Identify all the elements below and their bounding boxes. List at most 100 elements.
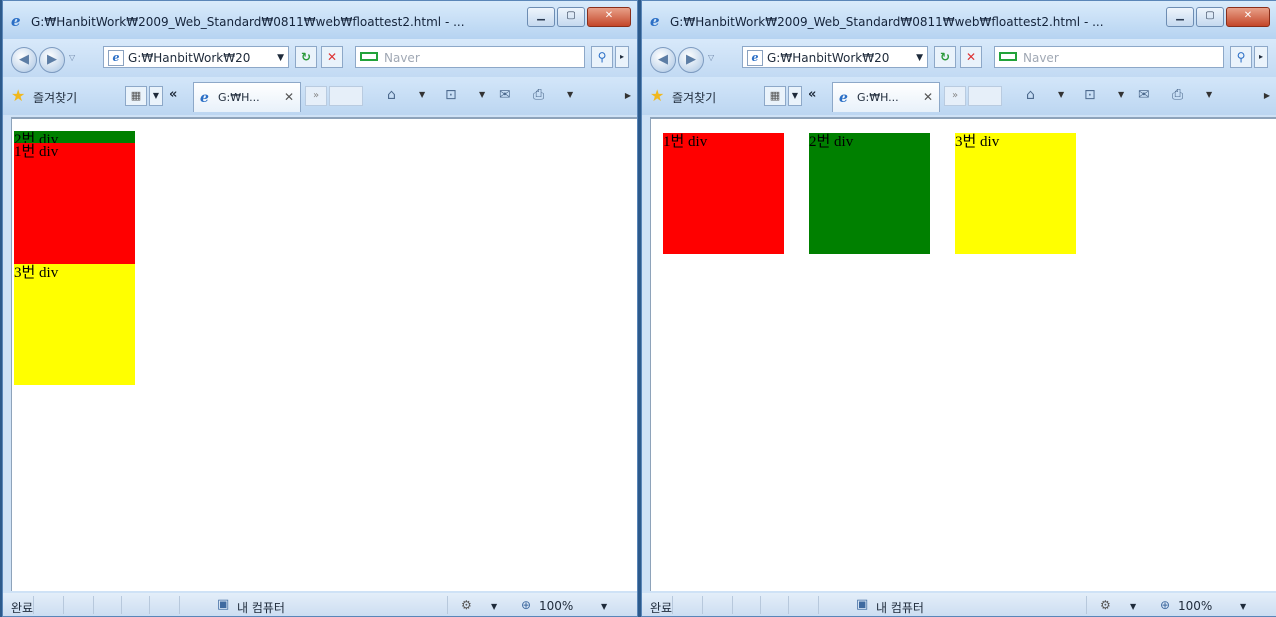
stop-icon[interactable]: ✕ — [960, 46, 982, 68]
status-divider — [732, 596, 733, 614]
address-dropdown-icon[interactable]: ▼ — [916, 53, 923, 63]
stop-icon[interactable]: ✕ — [321, 46, 343, 68]
rss-icon[interactable]: ⊡ — [445, 87, 457, 103]
mail-icon[interactable]: ✉ — [499, 87, 511, 103]
favorites-button[interactable]: 즐겨찾기 — [33, 89, 77, 106]
status-divider — [760, 596, 761, 614]
address-bar[interactable]: e G:₩HanbitWork₩20 ▼ — [742, 46, 928, 68]
back-arrow-icon[interactable]: ◀ — [11, 47, 37, 73]
tab-scroll-right-icon[interactable]: » — [944, 86, 966, 106]
page-icon: e — [747, 50, 763, 66]
protected-mode-icon[interactable]: ⚙ — [461, 598, 472, 612]
home-dropdown-icon[interactable]: ▼ — [1058, 90, 1064, 99]
home-icon[interactable]: ⌂ — [387, 87, 396, 103]
favorites-button[interactable]: 즐겨찾기 — [672, 89, 716, 106]
tab-active[interactable]: e G:₩H... ✕ — [193, 82, 301, 112]
address-text: G:₩HanbitWork₩20 — [767, 51, 890, 65]
zoom-dropdown-icon[interactable]: ▼ — [601, 602, 607, 611]
zoom-icon[interactable]: ⊕ — [521, 598, 531, 612]
home-dropdown-icon[interactable]: ▼ — [419, 90, 425, 99]
protected-mode-dropdown-icon[interactable]: ▼ — [491, 602, 497, 611]
naver-logo-icon — [360, 52, 378, 61]
address-dropdown-icon[interactable]: ▼ — [277, 53, 284, 63]
search-placeholder: Naver — [384, 51, 420, 65]
security-zone[interactable]: 내 컴퓨터 — [876, 599, 924, 616]
printer-icon[interactable]: ⎙ — [533, 87, 544, 103]
print-dropdown-icon[interactable]: ▼ — [567, 90, 573, 99]
address-text: G:₩HanbitWork₩20 — [128, 51, 251, 65]
tab-active[interactable]: e G:₩H... ✕ — [832, 82, 940, 112]
back-arrow-icon[interactable]: ◀ — [650, 47, 676, 73]
quick-tabs-icon[interactable]: ▦ — [125, 86, 147, 106]
close-button[interactable]: ✕ — [587, 7, 631, 27]
new-tab-button[interactable] — [968, 86, 1002, 106]
quick-tabs-icon[interactable]: ▦ — [764, 86, 786, 106]
mail-icon[interactable]: ✉ — [1138, 87, 1150, 103]
search-icon[interactable]: ⚲ — [591, 46, 613, 68]
search-input[interactable]: Naver — [355, 46, 585, 68]
history-dropdown-icon[interactable]: ▽ — [708, 53, 714, 62]
title-bar: e G:₩HanbitWork₩2009_Web_Standard₩0811₩w… — [3, 1, 637, 39]
naver-logo-icon — [999, 52, 1017, 61]
ie-icon: e — [11, 12, 21, 30]
browser-window-right: e G:₩HanbitWork₩2009_Web_Standard₩0811₩w… — [641, 0, 1276, 617]
print-dropdown-icon[interactable]: ▼ — [1206, 90, 1212, 99]
new-tab-button[interactable] — [329, 86, 363, 106]
window-title: G:₩HanbitWork₩2009_Web_Standard₩0811₩web… — [31, 15, 465, 29]
zoom-icon[interactable]: ⊕ — [1160, 598, 1170, 612]
home-icon[interactable]: ⌂ — [1026, 87, 1035, 103]
zoom-level[interactable]: 100% — [539, 599, 573, 613]
protected-mode-icon[interactable]: ⚙ — [1100, 598, 1111, 612]
search-icon[interactable]: ⚲ — [1230, 46, 1252, 68]
search-input[interactable]: Naver — [994, 46, 1224, 68]
chevron-right-icon[interactable]: ▶ — [625, 91, 631, 100]
rss-dropdown-icon[interactable]: ▼ — [479, 90, 485, 99]
tab-scroll-left-icon[interactable]: « — [169, 87, 177, 102]
rss-dropdown-icon[interactable]: ▼ — [1118, 90, 1124, 99]
tab-list-dropdown[interactable]: ▼ — [788, 86, 802, 106]
refresh-icon[interactable]: ↻ — [295, 46, 317, 68]
search-options-dropdown[interactable]: ▸ — [615, 46, 629, 68]
zoom-dropdown-icon[interactable]: ▼ — [1240, 602, 1246, 611]
div-label: 3번 div — [955, 134, 1000, 150]
maximize-button[interactable]: ▢ — [1196, 7, 1224, 27]
status-divider — [1086, 596, 1087, 614]
zoom-level[interactable]: 100% — [1178, 599, 1212, 613]
browser-window-left: e G:₩HanbitWork₩2009_Web_Standard₩0811₩w… — [2, 0, 638, 617]
chevron-right-icon[interactable]: ▶ — [1264, 91, 1270, 100]
history-dropdown-icon[interactable]: ▽ — [69, 53, 75, 62]
status-divider — [818, 596, 819, 614]
navigation-bar: ◀ ▶ ▽ e G:₩HanbitWork₩20 ▼ ↻ ✕ Naver ⚲ ▸ — [3, 39, 637, 77]
minimize-button[interactable]: ▁ — [527, 7, 555, 27]
computer-icon: ▣ — [856, 597, 869, 612]
security-zone[interactable]: 내 컴퓨터 — [237, 599, 285, 616]
tab-scroll-left-icon[interactable]: « — [808, 87, 816, 102]
computer-icon: ▣ — [217, 597, 230, 612]
printer-icon[interactable]: ⎙ — [1172, 87, 1183, 103]
tab-list-dropdown[interactable]: ▼ — [149, 86, 163, 106]
div-label: 2번 div — [809, 134, 854, 150]
minimize-button[interactable]: ▁ — [1166, 7, 1194, 27]
rss-icon[interactable]: ⊡ — [1084, 87, 1096, 103]
protected-mode-dropdown-icon[interactable]: ▼ — [1130, 602, 1136, 611]
status-bar: 완료 ▣ 내 컴퓨터 ⚙ ▼ ⊕ 100% ▼ — [642, 593, 1276, 616]
address-bar[interactable]: e G:₩HanbitWork₩20 ▼ — [103, 46, 289, 68]
search-options-dropdown[interactable]: ▸ — [1254, 46, 1268, 68]
div-label: 3번 div — [14, 265, 59, 281]
refresh-icon[interactable]: ↻ — [934, 46, 956, 68]
tab-scroll-right-icon[interactable]: » — [305, 86, 327, 106]
tab-close-icon[interactable]: ✕ — [284, 90, 294, 104]
page-icon: e — [108, 50, 124, 66]
status-text: 완료 — [650, 601, 673, 615]
star-icon[interactable]: ★ — [11, 86, 25, 105]
forward-arrow-icon[interactable]: ▶ — [39, 47, 65, 73]
maximize-button[interactable]: ▢ — [557, 7, 585, 27]
div-label: 1번 div — [14, 144, 59, 160]
div-box-3: 3번 div — [14, 264, 135, 385]
tab-close-icon[interactable]: ✕ — [923, 90, 933, 104]
caption-buttons: ▁ ▢ ✕ — [525, 7, 631, 27]
star-icon[interactable]: ★ — [650, 86, 664, 105]
close-button[interactable]: ✕ — [1226, 7, 1270, 27]
ie-icon: e — [839, 90, 848, 106]
forward-arrow-icon[interactable]: ▶ — [678, 47, 704, 73]
